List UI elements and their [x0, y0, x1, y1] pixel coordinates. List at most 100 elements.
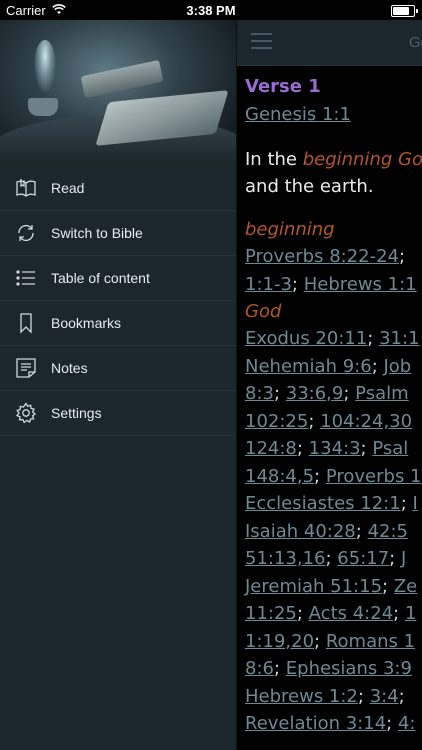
sidebar-item-switch-to-bible[interactable]: Switch to Bible [0, 211, 236, 256]
sidebar-item-read[interactable]: Read [0, 166, 236, 211]
xref-line: 1:1-3; Hebrews 1:1 [245, 271, 422, 299]
sidebar-item-label: Notes [51, 360, 88, 376]
xref-line: 1:19,20; Romans 1 [245, 628, 422, 656]
xref-link[interactable]: 124:8 [245, 438, 297, 459]
xref-separator: ; [367, 328, 380, 349]
xref-line: 124:8; 134:3; Psal [245, 435, 422, 463]
xref-link[interactable]: Psalm [355, 383, 408, 404]
verse-reference-link[interactable]: Genesis 1:1 [245, 104, 422, 146]
xref-separator: ; [291, 273, 304, 295]
sidebar-drawer: Read Switch to Bible Table of content Bo… [0, 20, 237, 750]
xref-link[interactable]: 8:3 [245, 383, 274, 404]
xref-link[interactable]: Hebrews 1:2 [245, 686, 358, 707]
xref-separator: ; [355, 520, 368, 542]
xref-link[interactable]: 1:1-3 [245, 274, 292, 295]
hamburger-menu-icon[interactable] [251, 33, 272, 49]
xref-separator: ; [296, 603, 309, 624]
verse-text-plain: In the [245, 149, 303, 170]
xref-separator: ; [273, 658, 286, 679]
sidebar-item-bookmarks[interactable]: Bookmarks [0, 301, 236, 346]
xref-separator: ; [398, 685, 405, 707]
status-bar: Carrier 3:38 PM [0, 0, 422, 20]
xref-link[interactable]: Hebrews 1:1 [304, 274, 417, 295]
xref-line: Jeremiah 51:15; Ze [245, 573, 422, 601]
sidebar-item-label: Table of content [51, 270, 150, 286]
reader-pane: Gen Verse 1 Genesis 1:1 In the beginning… [237, 20, 422, 750]
sidebar-header-image [0, 20, 236, 166]
xref-line: Exodus 20:11; 31:1 [245, 325, 422, 353]
xref-line: 148:4,5; Proverbs 1 [245, 463, 422, 491]
xref-link[interactable]: 4: [398, 713, 416, 734]
xref-link[interactable]: 102:25 [245, 411, 308, 432]
xref-link[interactable]: 8:6 [245, 658, 274, 679]
xref-line: Hebrews 1:2; 3:4; [245, 683, 422, 711]
verse-text: In the beginning God and the earth. [245, 146, 422, 216]
xref-link[interactable]: Ephesians 3:9 [286, 658, 412, 679]
xref-separator: ; [343, 383, 356, 404]
xref-link[interactable]: 104:24,30 [320, 411, 412, 432]
xref-link[interactable]: 42:5 [368, 521, 408, 542]
xref-link[interactable]: Jeremiah 51:15 [245, 576, 382, 597]
cross-references: beginning Proverbs 8:22-24; 1:1-3; Hebrew… [245, 216, 422, 738]
sidebar-item-label: Settings [51, 405, 102, 421]
xref-separator: ; [273, 383, 286, 404]
xref-separator: ; [314, 465, 326, 487]
sidebar-item-settings[interactable]: Settings [0, 391, 236, 436]
xref-separator: ; [386, 713, 398, 734]
xref-line: 8:3; 33:6,9; Psalm [245, 380, 422, 408]
reader-title: Gen [409, 34, 422, 51]
sidebar-item-notes[interactable]: Notes [0, 346, 236, 391]
verse-heading: Verse 1 [245, 76, 321, 97]
xref-line: Proverbs 8:22-24; [245, 243, 422, 271]
xref-link[interactable]: Romans 1 [326, 631, 415, 652]
sidebar-item-label: Bookmarks [51, 315, 122, 331]
xref-line: 11:25; Acts 4:24; 1 [245, 600, 422, 628]
xref-link[interactable]: 11:25 [245, 603, 297, 624]
reader-content: Verse 1 Genesis 1:1 In the beginning God… [245, 76, 422, 738]
xref-term: beginning [245, 219, 335, 240]
xref-separator: ; [393, 603, 405, 624]
xref-link[interactable]: Isaiah 40:28 [245, 521, 356, 542]
xref-link[interactable]: 1:19,20 [245, 631, 314, 652]
xref-link[interactable]: 65:17 [337, 548, 389, 569]
clock: 3:38 PM [186, 3, 236, 18]
xref-link[interactable]: Ze [394, 576, 417, 597]
xref-link[interactable]: I [412, 493, 417, 514]
xref-link[interactable]: Acts 4:24 [309, 603, 393, 624]
xref-link[interactable]: Exodus 20:11 [245, 328, 367, 349]
xref-separator: ; [371, 355, 384, 377]
xref-link[interactable]: 1 [405, 603, 416, 624]
sidebar-item-table-of-content[interactable]: Table of content [0, 256, 236, 301]
xref-separator: ; [360, 438, 373, 459]
xref-link[interactable]: 148:4,5 [245, 466, 314, 487]
xref-link[interactable]: 33:6,9 [286, 383, 344, 404]
xref-link[interactable]: 3:4 [370, 686, 399, 707]
sidebar-menu: Read Switch to Bible Table of content Bo… [0, 166, 236, 436]
xref-separator: ; [357, 685, 370, 707]
xref-link[interactable]: Nehemiah 9:6 [245, 356, 372, 377]
reader-navbar: Gen [237, 20, 422, 66]
xref-link[interactable]: 51:13,16 [245, 548, 326, 569]
xref-line: 8:6; Ephesians 3:9 [245, 655, 422, 683]
xref-link[interactable]: Psal [372, 438, 408, 459]
xref-link[interactable]: Revelation 3:14 [245, 713, 386, 734]
xref-separator: ; [296, 438, 309, 459]
verse-text-emphasis[interactable]: beginning God [303, 149, 422, 170]
xref-link[interactable]: 134:3 [309, 438, 361, 459]
xref-line: Isaiah 40:28; 42:5 [245, 518, 422, 546]
sidebar-item-label: Switch to Bible [51, 225, 143, 241]
xref-link[interactable]: Ecclesiastes 12:1 [245, 493, 401, 514]
xref-link[interactable]: Job [383, 356, 411, 377]
xref-link[interactable]: 31:1 [379, 328, 419, 349]
xref-separator: ; [400, 493, 413, 514]
open-book-icon [15, 177, 37, 199]
xref-line: Ecclesiastes 12:1; I [245, 490, 422, 518]
verse-text-line2: and the earth. [245, 176, 374, 197]
xref-line: Nehemiah 9:6; Job [245, 353, 422, 381]
xref-link[interactable]: Proverbs 1 [326, 466, 422, 487]
bookmark-icon [15, 312, 37, 334]
xref-link[interactable]: J [401, 548, 406, 569]
xref-link[interactable]: Proverbs 8:22-24 [245, 246, 399, 267]
sidebar-item-label: Read [51, 180, 85, 196]
xref-separator: ; [308, 410, 321, 432]
